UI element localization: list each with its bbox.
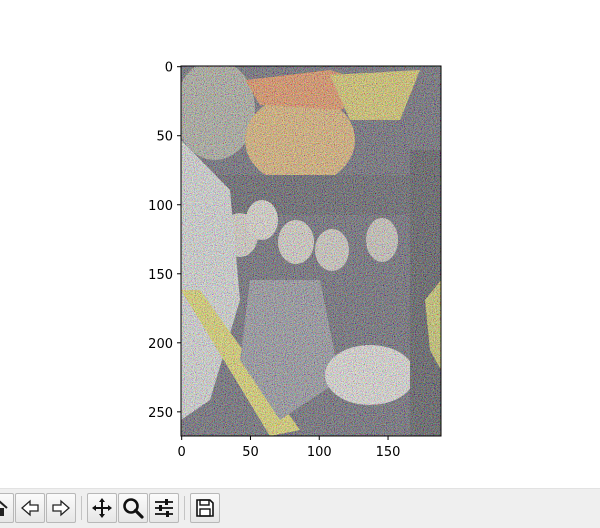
toolbar-separator [81,496,82,520]
floppy-disk-icon [196,499,214,517]
x-ticks: 0 50 100 150 [178,436,401,460]
home-button[interactable] [0,493,14,523]
sliders-icon [155,499,173,517]
zoom-button[interactable] [118,493,148,523]
y-tick-label: 250 [148,406,173,421]
y-tick-label: 0 [165,61,173,76]
x-tick-label: 100 [307,445,332,460]
back-button[interactable] [15,493,45,523]
home-icon [0,500,8,516]
image-display [181,66,441,436]
x-tick-label: 0 [178,445,186,460]
move-icon [92,498,112,518]
navigation-toolbar [0,488,600,528]
x-tick-label: 50 [242,445,259,460]
toolbar-separator [184,496,185,520]
matplotlib-window: 0 50 100 150 0 50 100 150 200 250 [0,0,600,528]
figure-canvas[interactable]: 0 50 100 150 0 50 100 150 200 250 [0,0,600,488]
x-tick-label: 150 [376,445,401,460]
axes: 0 50 100 150 0 50 100 150 200 250 [148,61,442,460]
y-ticks: 0 50 100 150 200 250 [148,61,181,421]
y-tick-label: 150 [148,268,173,283]
pan-button[interactable] [87,493,117,523]
forward-arrow-icon [52,499,70,517]
magnifier-icon [123,498,144,519]
y-tick-label: 200 [148,337,173,352]
y-tick-label: 100 [148,199,173,214]
back-arrow-icon [21,499,39,517]
forward-button[interactable] [46,493,76,523]
y-tick-label: 50 [156,130,173,145]
configure-subplots-button[interactable] [149,493,179,523]
save-button[interactable] [190,493,220,523]
